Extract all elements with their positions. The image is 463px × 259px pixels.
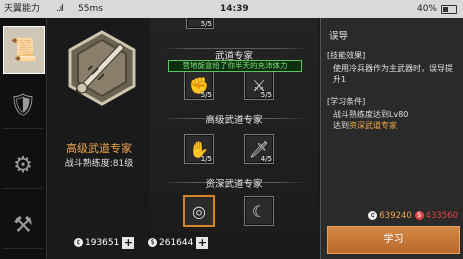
- skill-count: 5/5: [200, 91, 212, 99]
- requirement-section-title: [学习条件]: [327, 97, 366, 106]
- effect-description: 使用冷兵器作为主武器时，误导提升1: [333, 64, 453, 84]
- learn-costs: ¢ 639240 $433560: [321, 211, 463, 221]
- silver-coin-icon: $: [148, 238, 157, 247]
- claw-icon: ☾: [251, 201, 267, 221]
- skill-count: 4/5: [260, 155, 272, 163]
- crossed-tools-icon: ⚒: [13, 212, 33, 238]
- gold-currency: ¢ 193651 +: [74, 236, 135, 250]
- scroll-icon: 📜: [10, 37, 38, 63]
- tab-shield[interactable]: 🛡: [3, 82, 43, 129]
- tier-label: 资深武道专家: [205, 179, 263, 190]
- status-tooltip: 营地旋盒给了你半天的充沛体力: [168, 60, 302, 72]
- silver-currency: $261644 +: [148, 236, 209, 250]
- gear-icon: ⚙: [13, 152, 33, 178]
- gold-coin-icon: ¢: [74, 238, 83, 247]
- category-sidebar: 📜 🛡 ⚙ ⚒: [0, 18, 47, 259]
- learn-button[interactable]: 学习: [327, 226, 460, 254]
- battery-level: 40%: [416, 4, 437, 14]
- clock: 14:39: [220, 4, 249, 14]
- add-gold-button[interactable]: +: [122, 236, 135, 249]
- requirement-prefix: 达到: [333, 121, 349, 130]
- skill-tree: 5/5 武道专家 ✊ 5/5 ⚔ 5/5 营地旋盒给了你半天的充沛体力 高级武道…: [150, 18, 318, 232]
- skill-node[interactable]: ☾: [244, 196, 274, 226]
- skill-count: 5/5: [200, 20, 212, 28]
- skill-count: 5/5: [260, 91, 272, 99]
- tab-crossed-tools[interactable]: ⚒: [3, 202, 43, 249]
- skill-node-partial[interactable]: 5/5: [186, 18, 214, 29]
- effect-section-title: [技能效果]: [327, 51, 366, 60]
- profile-panel: 高级武道专家 战斗熟练度:81级: [48, 18, 150, 198]
- profile-title: 高级武道专家: [66, 142, 132, 155]
- shield-icon: 🛡: [9, 92, 37, 118]
- tab-scroll[interactable]: 📜: [3, 26, 45, 74]
- rank-emblem-icon: [68, 30, 136, 106]
- silver-coin-icon: $: [414, 211, 424, 220]
- skill-name: 误导: [329, 31, 349, 42]
- requirement-prerequisite: 达到资深武道专家: [333, 120, 459, 131]
- tab-gear[interactable]: ⚙: [3, 142, 43, 189]
- add-silver-button[interactable]: +: [196, 236, 209, 249]
- tier-label: 高级武道专家: [205, 115, 263, 126]
- skill-node[interactable]: 🗡 4/5: [244, 134, 274, 164]
- gold-coin-icon: ¢: [368, 211, 378, 220]
- battery-icon: [441, 5, 457, 14]
- requirement-skill: 资深武道专家: [349, 121, 397, 130]
- proficiency-level: 战斗熟练度:81级: [64, 159, 134, 169]
- status-bar: 天翼能力 ..ıl 55ms 14:39 40%: [0, 0, 463, 18]
- carrier-name: 天翼能力: [4, 4, 41, 14]
- skill-detail-panel: 误导 [技能效果] 使用冷兵器作为主武器时，误导提升1 [学习条件] 战斗熟练度…: [320, 18, 463, 259]
- skill-node-selected[interactable]: ◎: [184, 196, 214, 226]
- signal-icon: ..ıl: [56, 4, 64, 14]
- requirement-level: 战斗熟练度达到Lv80: [333, 110, 409, 119]
- gold-cost: 639240: [379, 211, 412, 221]
- target-icon: ◎: [192, 201, 206, 221]
- skill-node[interactable]: ⚔ 5/5: [244, 70, 274, 100]
- skill-count: 1/5: [200, 155, 212, 163]
- gold-amount: 193651: [85, 238, 120, 248]
- silver-cost: 433560: [425, 211, 458, 221]
- silver-amount: 261644: [159, 238, 194, 248]
- network-latency: 55ms: [78, 4, 103, 14]
- skill-node[interactable]: ✋ 1/5: [184, 134, 214, 164]
- skill-node[interactable]: ✊ 5/5: [184, 70, 214, 100]
